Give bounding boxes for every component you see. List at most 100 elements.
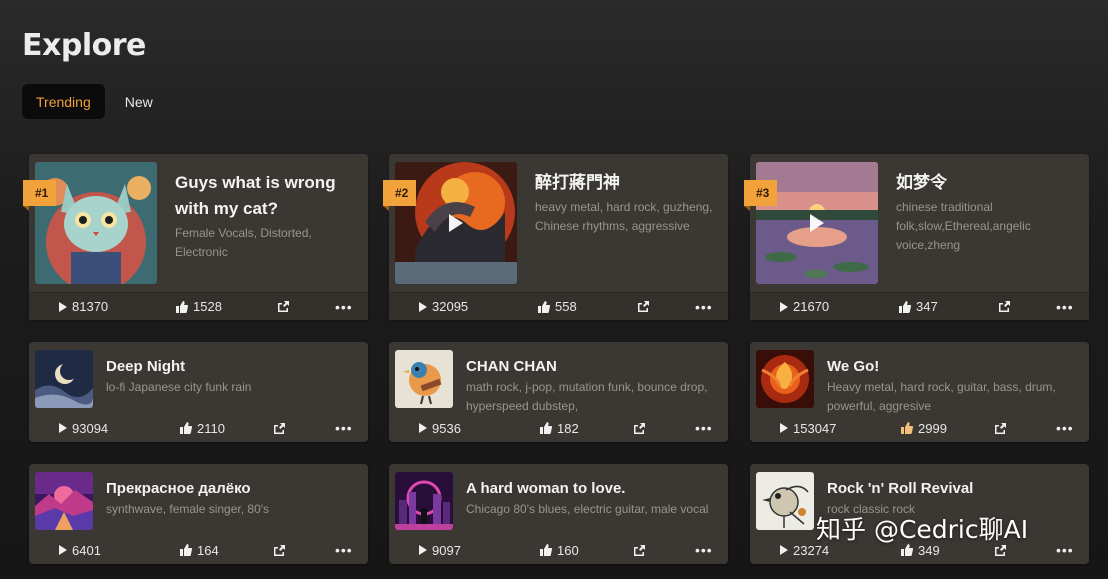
song-title[interactable]: CHAN CHAN — [466, 358, 718, 376]
song-title[interactable]: Guys what is wrong with my cat? — [175, 170, 356, 222]
play-count[interactable]: 32095 — [419, 299, 468, 314]
card-footer: 93094 2110 ••• — [29, 414, 368, 442]
like-count[interactable]: 164 — [180, 543, 219, 558]
share-icon[interactable] — [277, 300, 290, 313]
featured-card-1[interactable]: #1 Guys what is wrong with my cat? Femal… — [23, 154, 368, 320]
play-icon — [59, 301, 67, 312]
song-tags: Heavy metal, hard rock, guitar, bass, dr… — [827, 380, 1056, 413]
song-cover[interactable] — [756, 472, 814, 530]
thumbs-up-icon — [540, 422, 552, 434]
card-footer: 32095 558 ••• — [389, 292, 728, 320]
play-icon — [59, 423, 67, 433]
play-icon — [780, 545, 788, 555]
song-cover[interactable] — [756, 350, 814, 408]
tab-new[interactable]: New — [111, 84, 167, 119]
card-footer: 21670 347 ••• — [750, 292, 1089, 320]
card-footer: 153047 2999 ••• — [750, 414, 1089, 442]
play-icon — [780, 301, 788, 312]
song-tags: heavy metal, hard rock, guzheng, Chinese… — [535, 200, 713, 233]
watermark-text: 知乎 @Cedric聊AI — [816, 515, 1029, 544]
neon-city-artwork-icon — [395, 472, 453, 530]
like-count[interactable]: 558 — [538, 299, 577, 314]
play-count[interactable]: 93094 — [59, 421, 108, 436]
share-icon[interactable] — [998, 300, 1011, 313]
thumbs-up-icon — [901, 422, 913, 434]
rank-badge: #2 — [383, 180, 417, 211]
rank-badge: #1 — [23, 180, 57, 211]
tab-bar: Trending New — [22, 84, 167, 119]
tab-trending[interactable]: Trending — [22, 84, 105, 119]
card-footer: 9536 182 ••• — [389, 414, 728, 442]
song-title[interactable]: We Go! — [827, 358, 1079, 376]
page-title: Explore — [22, 28, 146, 63]
rank-badge: #3 — [744, 180, 778, 211]
share-icon[interactable] — [273, 544, 286, 557]
play-icon — [59, 545, 67, 555]
like-count[interactable]: 160 — [540, 543, 579, 558]
play-overlay-icon[interactable] — [449, 214, 463, 232]
like-count[interactable]: 1528 — [176, 299, 222, 314]
more-options-icon[interactable]: ••• — [1056, 299, 1074, 315]
more-options-icon[interactable]: ••• — [695, 542, 713, 558]
share-icon[interactable] — [637, 300, 650, 313]
more-options-icon[interactable]: ••• — [335, 542, 353, 558]
thumbs-up-icon — [538, 300, 550, 313]
thumbs-up-icon — [180, 544, 192, 556]
song-cover[interactable] — [395, 472, 453, 530]
like-count[interactable]: 2110 — [180, 421, 225, 436]
play-count[interactable]: 81370 — [59, 299, 108, 314]
card-footer: 81370 1528 ••• — [29, 292, 368, 320]
song-card[interactable]: Прекрасное далёко synthwave, female sing… — [29, 464, 368, 564]
play-count[interactable]: 153047 — [780, 421, 836, 436]
more-options-icon[interactable]: ••• — [695, 299, 713, 315]
card-footer: 9097 160 ••• — [389, 536, 728, 564]
moon-night-artwork-icon — [35, 350, 93, 408]
song-title[interactable]: 醉打蔣門神 — [535, 170, 716, 196]
song-card[interactable]: CHAN CHAN math rock, j-pop, mutation fun… — [389, 342, 728, 442]
share-icon[interactable] — [633, 422, 646, 435]
like-count[interactable]: 347 — [899, 299, 938, 314]
play-icon — [780, 423, 788, 433]
song-tags: chinese traditional folk,slow,Ethereal,a… — [896, 200, 1031, 252]
play-count[interactable]: 21670 — [780, 299, 829, 314]
sketch-bird-artwork-icon — [756, 472, 814, 530]
song-title[interactable]: 如梦令 — [896, 170, 1077, 196]
song-card[interactable]: We Go! Heavy metal, hard rock, guitar, b… — [750, 342, 1089, 442]
song-tags: lo-fi Japanese city funk rain — [106, 380, 252, 394]
song-cover[interactable] — [35, 350, 93, 408]
play-icon — [419, 545, 427, 555]
play-overlay-icon[interactable] — [810, 214, 824, 232]
thumbs-up-icon — [176, 300, 188, 313]
more-options-icon[interactable]: ••• — [1056, 420, 1074, 436]
song-title[interactable]: Deep Night — [106, 358, 358, 376]
song-tags: synthwave, female singer, 80's — [106, 502, 270, 516]
thumbs-up-icon — [899, 300, 911, 313]
more-options-icon[interactable]: ••• — [1056, 542, 1074, 558]
like-count[interactable]: 182 — [540, 421, 579, 436]
phoenix-artwork-icon — [756, 350, 814, 408]
more-options-icon[interactable]: ••• — [335, 299, 353, 315]
card-footer: 6401 164 ••• — [29, 536, 368, 564]
thumbs-up-icon — [540, 544, 552, 556]
like-count[interactable]: 2999 — [901, 421, 947, 436]
share-icon[interactable] — [994, 422, 1007, 435]
play-icon — [419, 423, 427, 433]
more-options-icon[interactable]: ••• — [335, 420, 353, 436]
share-icon[interactable] — [273, 422, 286, 435]
play-icon — [419, 301, 427, 312]
play-count[interactable]: 6401 — [59, 543, 101, 558]
song-tags: Female Vocals, Distorted, Electronic — [175, 226, 312, 259]
song-cover[interactable] — [35, 472, 93, 530]
song-title[interactable]: Прекрасное далёко — [106, 480, 358, 498]
song-cover[interactable] — [395, 350, 453, 408]
song-card[interactable]: A hard woman to love. Chicago 80's blues… — [389, 464, 728, 564]
song-title[interactable]: A hard woman to love. — [466, 480, 718, 498]
play-count[interactable]: 9097 — [419, 543, 461, 558]
play-count[interactable]: 9536 — [419, 421, 461, 436]
featured-card-2[interactable]: #2 醉打蔣門神 heavy metal, hard rock, guzheng… — [383, 154, 728, 320]
song-title[interactable]: Rock 'n' Roll Revival — [827, 480, 1079, 498]
song-card[interactable]: Deep Night lo-fi Japanese city funk rain… — [29, 342, 368, 442]
share-icon[interactable] — [633, 544, 646, 557]
featured-card-3[interactable]: #3 如梦令 chinese traditional folk,slow,Eth… — [744, 154, 1089, 320]
more-options-icon[interactable]: ••• — [695, 420, 713, 436]
